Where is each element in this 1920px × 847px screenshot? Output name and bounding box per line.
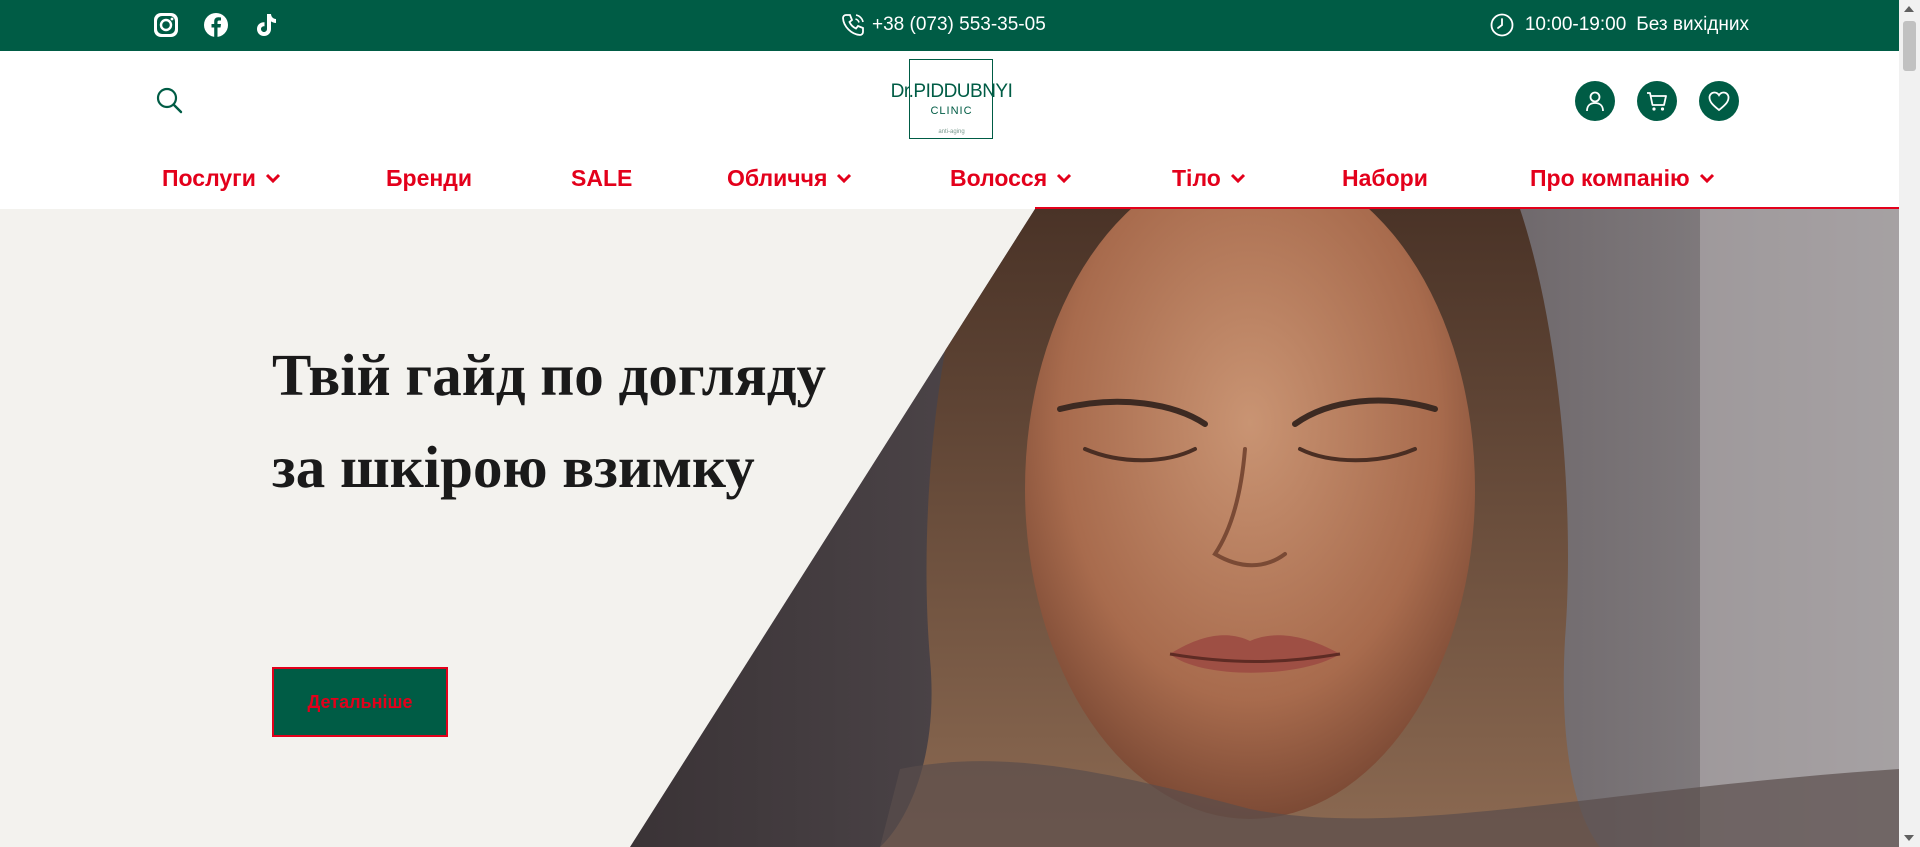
cart-icon <box>1647 92 1667 111</box>
wishlist-button[interactable] <box>1699 81 1739 121</box>
nav-label: Набори <box>1342 165 1428 191</box>
nav-label: Обличчя <box>727 165 828 191</box>
scroll-down-icon[interactable] <box>1904 835 1914 841</box>
nav-label: Бренди <box>386 165 473 191</box>
instagram-icon[interactable] <box>152 11 180 39</box>
chevron-down-icon <box>265 173 280 183</box>
search-icon[interactable] <box>154 85 184 115</box>
facebook-icon[interactable] <box>202 11 230 39</box>
hero-banner: Твій гайд по догляду за шкірою взимку Де… <box>0 209 1899 847</box>
hero-title: Твій гайд по догляду за шкірою взимку <box>272 342 827 500</box>
nav-item-about[interactable]: Про компанію <box>1530 165 1716 192</box>
details-button[interactable]: Детальніше <box>272 667 448 737</box>
top-bar: +38 (073) 553-35-05 10:00-19:00 Без вихі… <box>0 0 1899 51</box>
nav-item-services[interactable]: Послуги <box>162 165 282 192</box>
days-text: Без вихідних <box>1636 14 1749 35</box>
nav-label: Волосся <box>950 165 1048 191</box>
nav-item-body[interactable]: Тіло <box>1172 165 1247 192</box>
nav-label: Послуги <box>162 165 256 191</box>
chevron-down-icon <box>1699 173 1714 183</box>
main-nav: Послуги Бренди SALE Обличчя Волосся Тіло… <box>0 157 1899 207</box>
chevron-down-icon <box>1057 173 1072 183</box>
chevron-down-icon <box>1230 173 1245 183</box>
phone-icon <box>842 14 864 36</box>
cart-button[interactable] <box>1637 81 1677 121</box>
hero-image <box>630 209 1899 847</box>
site-header: Dr.PIDDUBNYI CLINIC anti-aging Послуги Б… <box>0 51 1899 209</box>
chevron-down-icon <box>837 173 852 183</box>
logo-name: Dr.PIDDUBNYI <box>890 81 1013 102</box>
nav-item-sale[interactable]: SALE <box>571 165 632 192</box>
nav-item-brands[interactable]: Бренди <box>386 165 472 192</box>
heart-icon <box>1708 91 1730 112</box>
logo-sub: CLINIC <box>930 105 973 117</box>
user-icon <box>1586 91 1604 112</box>
site-logo[interactable]: Dr.PIDDUBNYI CLINIC anti-aging <box>889 59 1014 139</box>
phone-number: +38 (073) 553-35-05 <box>872 14 1046 35</box>
nav-label: SALE <box>571 165 633 191</box>
logo-tagline: anti-aging <box>938 129 965 135</box>
nav-item-face[interactable]: Обличчя <box>727 165 853 192</box>
clock-icon <box>1490 13 1514 37</box>
page-scrollbar[interactable] <box>1899 0 1920 847</box>
account-button[interactable] <box>1575 81 1615 121</box>
scroll-thumb[interactable] <box>1903 21 1916 71</box>
header-actions <box>1575 81 1739 121</box>
scroll-up-icon[interactable] <box>1904 6 1914 12</box>
tiktok-icon[interactable] <box>252 11 280 39</box>
nav-item-sets[interactable]: Набори <box>1342 165 1428 192</box>
phone-link[interactable]: +38 (073) 553-35-05 <box>840 12 1046 38</box>
hours-text: 10:00-19:00 <box>1524 14 1627 35</box>
nav-label: Тіло <box>1172 165 1221 191</box>
working-hours: 10:00-19:00 Без вихідних <box>1489 12 1749 38</box>
social-links <box>152 11 280 39</box>
nav-item-hair[interactable]: Волосся <box>950 165 1073 192</box>
nav-label: Про компанію <box>1530 165 1690 191</box>
